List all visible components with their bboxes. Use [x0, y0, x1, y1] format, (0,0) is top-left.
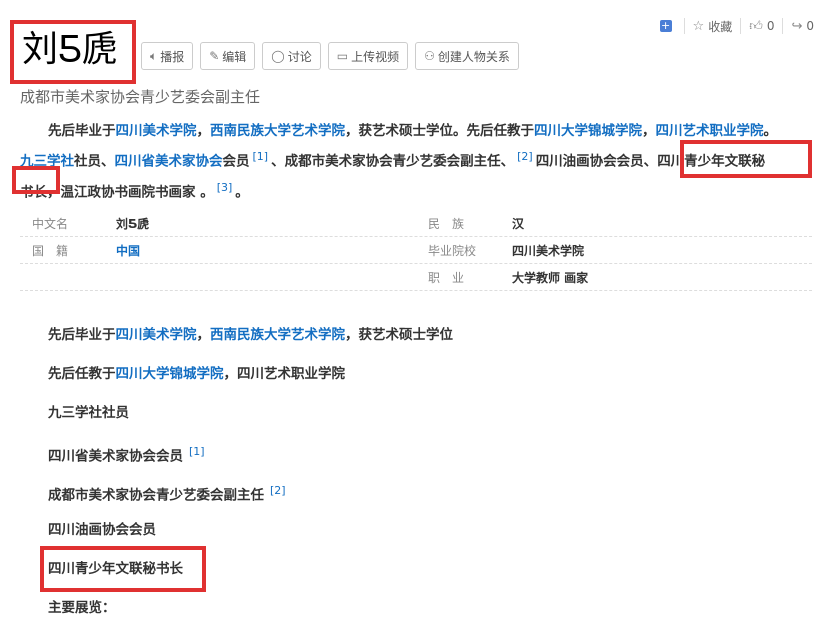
info-row: 国 籍 中国 毕业院校 四川美术学院 [20, 237, 812, 264]
info-label: 职 业 [428, 270, 465, 285]
chat-icon: ◯ [271, 49, 285, 63]
list-item: 成都市美术家协会青少艺委会副主任 [2] [48, 478, 453, 517]
list-item: 九三学社社员 [48, 405, 129, 421]
favorite-label: 收藏 [708, 19, 733, 34]
entry-action-buttons: 🔈︎ 播报 ✎ 编辑 ◯ 讨论 ▭ 上传视频 ⚇ 创建人物关系 [141, 42, 519, 70]
star-icon: ☆ [692, 18, 705, 34]
top-actions: + ☆ 收藏 👍︎ 0 ↪ 0 [659, 18, 822, 34]
link-swun-art[interactable]: 西南民族大学艺术学院 [210, 123, 345, 139]
list-item: 先后毕业于四川美术学院，西南民族大学艺术学院，获艺术硕士学位 [48, 322, 453, 361]
intro-text: ， [642, 123, 656, 139]
reference-link[interactable]: [3] [217, 181, 233, 194]
info-value: 刘Ƽ虒 [116, 216, 150, 231]
upload-video-button[interactable]: ▭ 上传视频 [327, 42, 409, 70]
like-button[interactable]: 👍︎ 0 [740, 18, 782, 34]
info-value: 汉 [512, 216, 525, 231]
reference-link[interactable]: [1] [253, 150, 269, 163]
info-row: 职 业 大学教师 画家 [20, 264, 812, 291]
share-button[interactable]: ↪ 0 [782, 18, 822, 34]
upload-video-label: 上传视频 [351, 49, 400, 64]
reference-link[interactable]: [2] [517, 150, 533, 163]
reference-link[interactable]: [2] [270, 484, 286, 497]
edit-label: 编辑 [222, 49, 247, 64]
list-text: 成都市美术家协会青少艺委会副主任 [48, 487, 264, 504]
list-text: 先后任教于 [48, 366, 116, 382]
info-value: 四川美术学院 [512, 243, 585, 258]
favorite-button[interactable]: ☆ 收藏 [683, 18, 741, 34]
highlight-box [680, 140, 812, 178]
share-count: 0 [806, 19, 814, 33]
link-swun-art[interactable]: 西南民族大学艺术学院 [210, 327, 345, 343]
discuss-button[interactable]: ◯ 讨论 [262, 42, 321, 70]
highlight-box [40, 546, 206, 592]
page-subtitle: 成都市美术家协会青少艺委会副主任 [20, 88, 261, 106]
info-label: 国 籍 [32, 243, 69, 258]
list-text: ，四川艺术职业学院 [223, 366, 346, 382]
nationality-link[interactable]: 中国 [116, 242, 416, 259]
share-icon: ↪ [791, 18, 803, 34]
list-item: 先后任教于四川大学锦城学院，四川艺术职业学院 [48, 361, 453, 400]
speaker-icon: 🔈︎ [150, 48, 158, 63]
relation-icon: ⚇ [424, 49, 435, 63]
intro-text: 、成都市美术家协会青少艺委会副主任、 [271, 153, 515, 170]
section-heading: 主要展览： [48, 600, 116, 616]
info-label: 民 族 [428, 216, 465, 231]
list-item: 四川省美术家协会会员 [1] [48, 439, 453, 478]
create-relation-label: 创建人物关系 [437, 49, 510, 64]
highlight-box [12, 166, 60, 194]
link-sichuan-art-vocational[interactable]: 四川艺术职业学院 [656, 123, 764, 139]
thumbs-up-icon: 👍︎ [749, 18, 763, 34]
info-label: 中文名 [32, 216, 69, 231]
intro-text: 四川油画协会会员、 [535, 153, 658, 170]
list-text: 先后毕业于 [48, 327, 116, 343]
create-relation-button[interactable]: ⚇ 创建人物关系 [415, 42, 519, 70]
like-count: 0 [766, 19, 775, 33]
intro-text: ，温江政协书画院书画家 。 [47, 184, 214, 200]
link-sichuan-fine-arts[interactable]: 四川美术学院 [116, 123, 197, 139]
intro-text: 。 [235, 184, 249, 200]
plus-square-icon[interactable]: + [659, 20, 672, 32]
info-row: 中文名 刘Ƽ虒 民 族 汉 [20, 210, 812, 237]
broadcast-button[interactable]: 🔈︎ 播报 [141, 42, 194, 70]
video-icon: ▭ [336, 49, 349, 63]
list-text: ， [196, 327, 211, 343]
page-title: 刘Ƽ虒 [22, 29, 118, 70]
link-sichuan-artists-assoc[interactable]: 四川省美术家协会 [115, 154, 223, 170]
pencil-icon: ✎ [209, 49, 220, 63]
link-sichuan-fine-arts[interactable]: 四川美术学院 [116, 327, 197, 343]
basic-info-table: 中文名 刘Ƽ虒 民 族 汉 国 籍 中国 毕业院校 四川美术学院 职 业 大学教… [20, 210, 812, 291]
intro-text: ， [196, 123, 211, 139]
info-value: 大学教师 画家 [512, 270, 589, 285]
reference-link[interactable]: [1] [189, 445, 205, 458]
intro-text: 先后毕业于 [48, 123, 116, 139]
edit-button[interactable]: ✎ 编辑 [200, 42, 256, 70]
list-text: ，获艺术硕士学位 [345, 327, 453, 343]
intro-text: 社员、 [74, 153, 115, 170]
discuss-label: 讨论 [287, 49, 312, 64]
intro-text: 会员 [222, 153, 250, 170]
list-text: 四川省美术家协会会员 [48, 448, 183, 465]
intro-text: ，获艺术硕士学位。先后任教于 [345, 123, 534, 139]
info-label: 毕业院校 [428, 243, 477, 258]
broadcast-label: 播报 [160, 49, 185, 64]
link-jincheng[interactable]: 四川大学锦城学院 [116, 366, 224, 382]
intro-text: 。 [763, 123, 778, 139]
link-jincheng[interactable]: 四川大学锦城学院 [534, 123, 642, 139]
